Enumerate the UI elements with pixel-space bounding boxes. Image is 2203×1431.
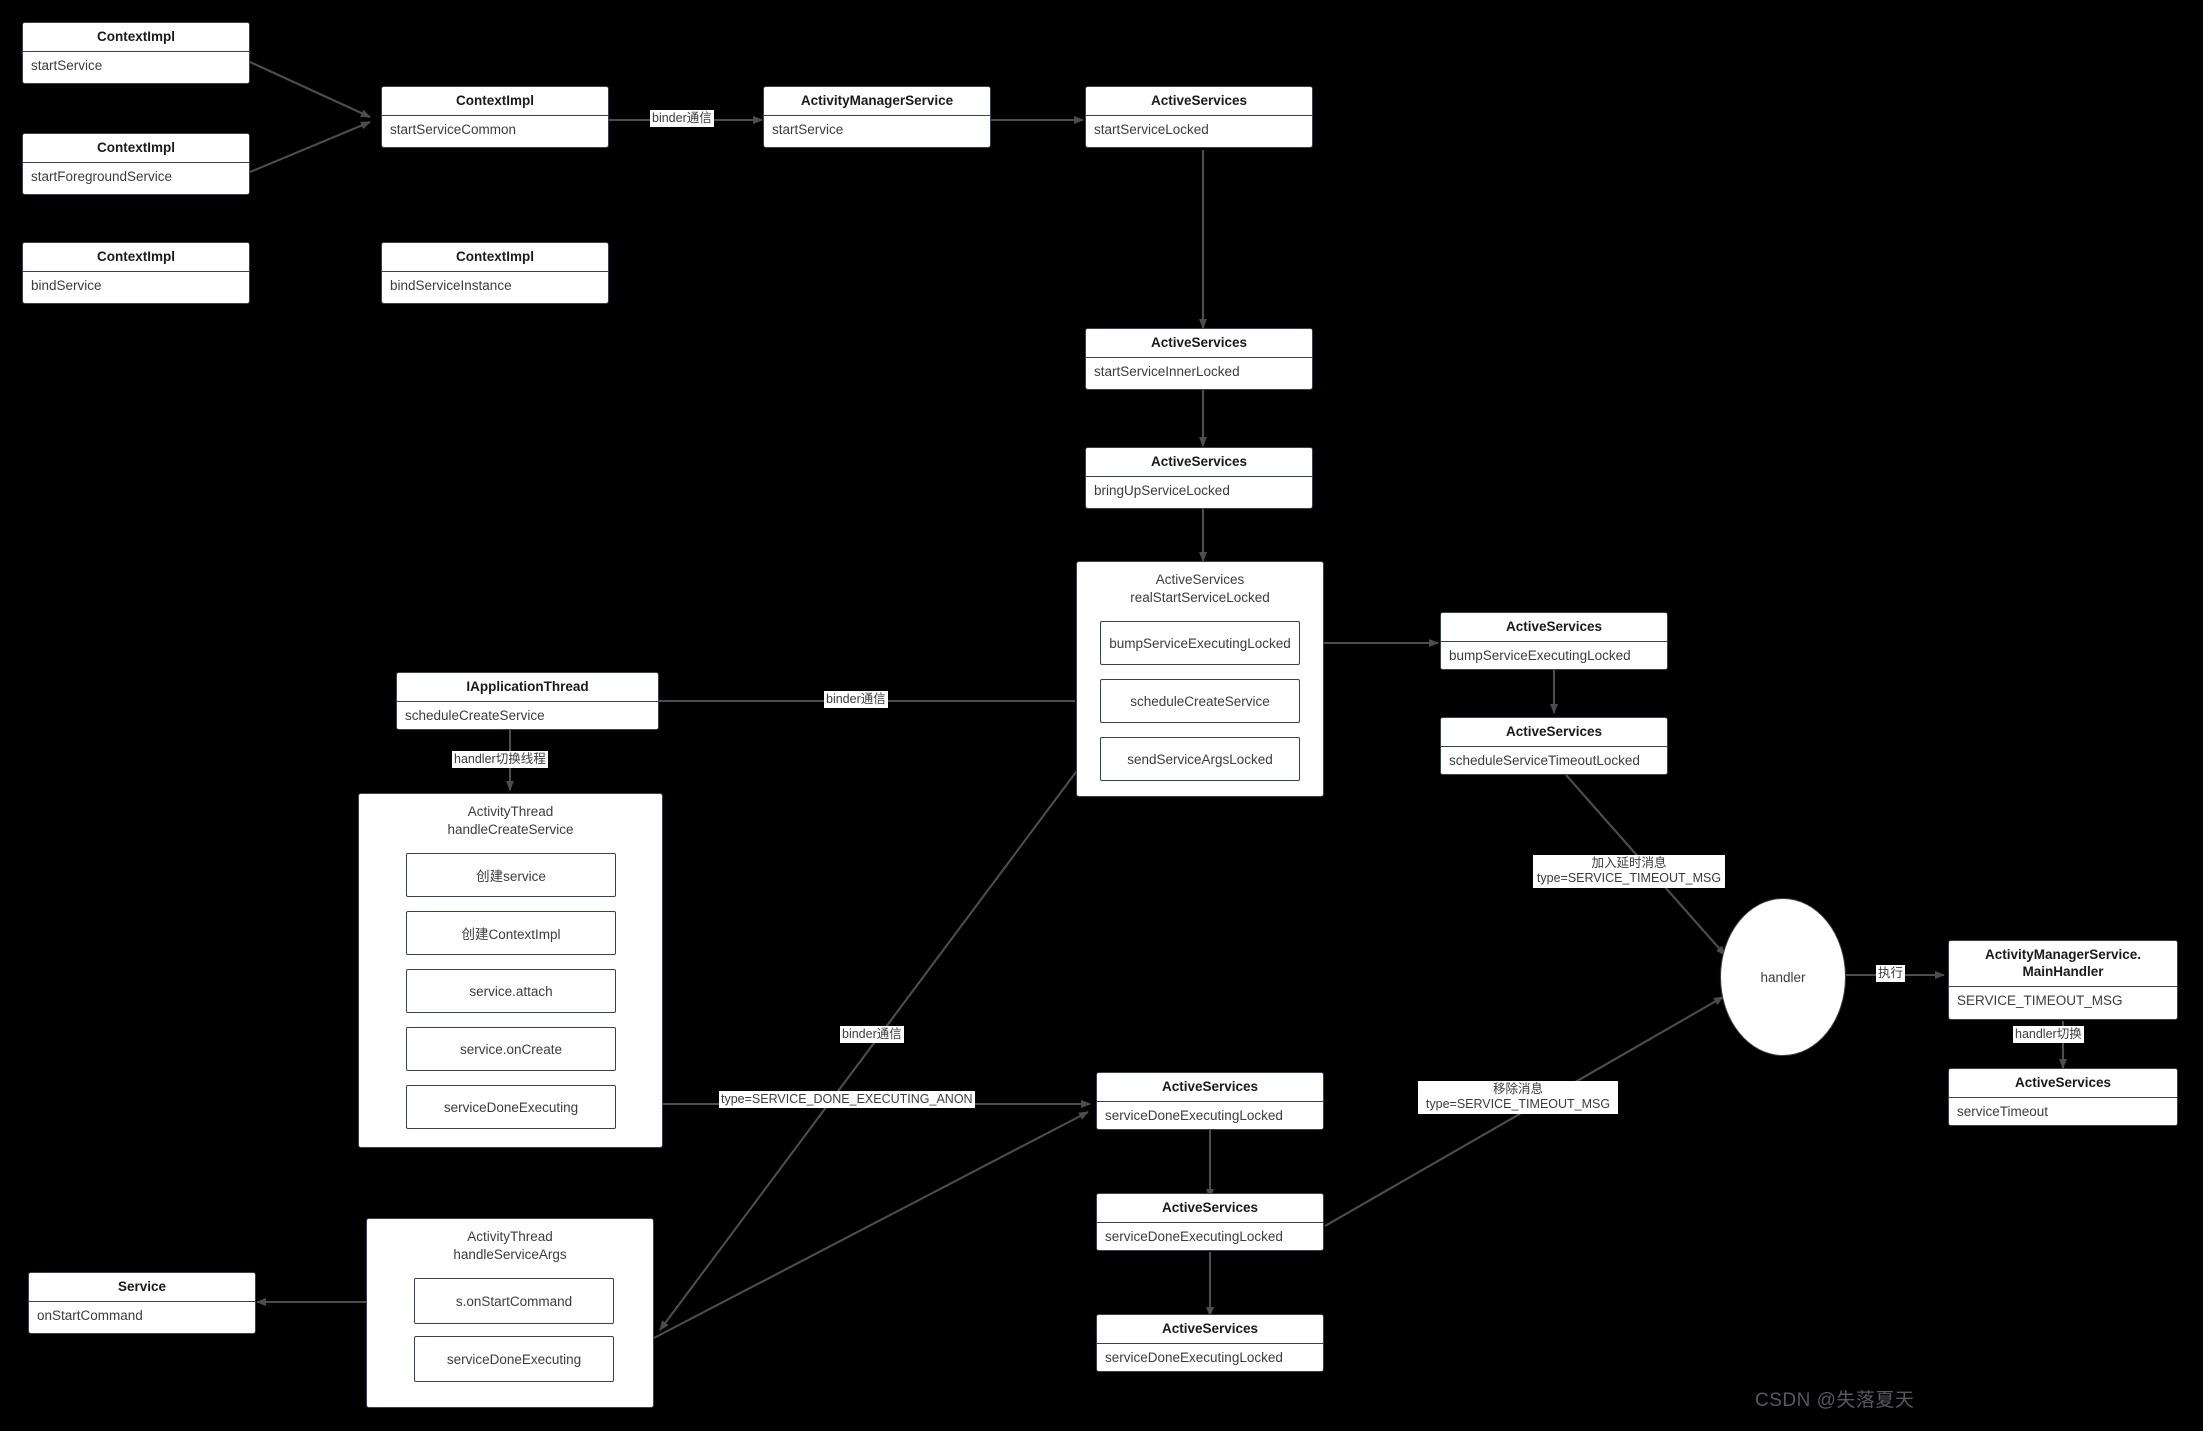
edge-sendargs-to-handleserviceargs bbox=[659, 759, 1086, 1331]
node-body: startService bbox=[23, 51, 249, 81]
node-title: ActivityManagerService. MainHandler bbox=[1949, 941, 2177, 987]
node-activeservices-bringupservicelocked[interactable]: ActiveServices bringUpServiceLocked bbox=[1085, 447, 1313, 509]
edge-startfg-to-common bbox=[249, 121, 371, 173]
step-label: 创建service bbox=[476, 869, 546, 884]
node-body: bindService bbox=[23, 271, 249, 301]
edge-label-handler-switch: handler切换 bbox=[2013, 1026, 2084, 1044]
node-title: ActiveServices bbox=[1949, 1069, 2177, 1098]
diagram-canvas: ContextImpl startService ContextImpl sta… bbox=[0, 0, 2203, 1431]
step-bumpserviceexecutinglocked[interactable]: bumpServiceExecutingLocked bbox=[1100, 621, 1300, 665]
group-title: ActivityThread handleCreateService bbox=[447, 804, 574, 837]
node-body: startServiceCommon bbox=[382, 115, 608, 145]
node-title: ActiveServices bbox=[1086, 329, 1312, 358]
node-body: bumpServiceExecutingLocked bbox=[1441, 641, 1667, 669]
node-title: ActiveServices bbox=[1441, 613, 1667, 642]
edge-label-add-delay-msg: 加入延时消息 type=SERVICE_TIMEOUT_MSG bbox=[1533, 855, 1725, 888]
node-title: ContextImpl bbox=[23, 243, 249, 272]
edge-label-binder-schedulecreate: binder通信 bbox=[824, 691, 888, 709]
node-body: startForegroundService bbox=[23, 162, 249, 192]
node-title: ActiveServices bbox=[1097, 1194, 1323, 1223]
step-label: sendServiceArgsLocked bbox=[1127, 751, 1273, 767]
node-contextimpl-startforegroundservice[interactable]: ContextImpl startForegroundService bbox=[22, 133, 250, 195]
node-service-onstartcommand[interactable]: Service onStartCommand bbox=[28, 1272, 256, 1334]
node-contextimpl-startservice[interactable]: ContextImpl startService bbox=[22, 22, 250, 84]
node-ams-mainhandler[interactable]: ActivityManagerService. MainHandler SERV… bbox=[1948, 940, 2178, 1020]
step-s-onstartcommand[interactable]: s.onStartCommand bbox=[414, 1278, 614, 1324]
node-contextimpl-bindservice[interactable]: ContextImpl bindService bbox=[22, 242, 250, 304]
step-servicedoneexecuting-create[interactable]: serviceDoneExecuting bbox=[406, 1085, 616, 1129]
edge-label-remove-msg: 移除消息 type=SERVICE_TIMEOUT_MSG bbox=[1418, 1081, 1618, 1114]
node-body: startServiceLocked bbox=[1086, 115, 1312, 145]
step-service-attach[interactable]: service.attach bbox=[406, 969, 616, 1013]
watermark: CSDN @失落夏天 bbox=[1755, 1390, 1915, 1411]
node-title: ContextImpl bbox=[23, 23, 249, 52]
node-iapplicationthread-schedulecreateservice[interactable]: IApplicationThread scheduleCreateService bbox=[396, 672, 659, 730]
node-title: IApplicationThread bbox=[397, 673, 658, 702]
node-body: startServiceInnerLocked bbox=[1086, 357, 1312, 387]
node-body: serviceTimeout bbox=[1949, 1097, 2177, 1125]
step-label: scheduleCreateService bbox=[1130, 693, 1270, 709]
node-title: ActiveServices bbox=[1086, 448, 1312, 477]
node-body: serviceDoneExecutingLocked bbox=[1097, 1101, 1323, 1129]
node-activeservices-scheduleservicetimeoutlocked[interactable]: ActiveServices scheduleServiceTimeoutLoc… bbox=[1440, 717, 1668, 775]
step-label: serviceDoneExecuting bbox=[443, 1099, 579, 1115]
step-label: serviceDoneExecuting bbox=[446, 1351, 582, 1367]
node-title: ContextImpl bbox=[382, 87, 608, 116]
node-activeservices-servicetimeout[interactable]: ActiveServices serviceTimeout bbox=[1948, 1068, 2178, 1126]
step-servicedoneexecuting-args[interactable]: serviceDoneExecuting bbox=[414, 1336, 614, 1382]
node-body: startService bbox=[764, 115, 990, 145]
node-body: onStartCommand bbox=[29, 1301, 255, 1331]
node-activitymanagerservice-startservice[interactable]: ActivityManagerService startService bbox=[763, 86, 991, 148]
step-label: service.attach bbox=[469, 983, 553, 999]
node-body: serviceDoneExecutingLocked bbox=[1097, 1222, 1323, 1250]
node-contextimpl-startservicecommon[interactable]: ContextImpl startServiceCommon bbox=[381, 86, 609, 148]
node-body: bindServiceInstance bbox=[382, 271, 608, 301]
edge-label-binder-top: binder通信 bbox=[650, 110, 714, 128]
node-title: ContextImpl bbox=[23, 134, 249, 163]
step-create-service[interactable]: 创建service bbox=[406, 853, 616, 897]
node-title: ActiveServices bbox=[1086, 87, 1312, 116]
node-activeservices-servicedoneexecutinglocked-1[interactable]: ActiveServices serviceDoneExecutingLocke… bbox=[1096, 1072, 1324, 1130]
node-title: ContextImpl bbox=[382, 243, 608, 272]
step-create-contextimpl[interactable]: 创建ContextImpl bbox=[406, 911, 616, 955]
step-schedulecreateservice[interactable]: scheduleCreateService bbox=[1100, 679, 1300, 723]
node-body: scheduleServiceTimeoutLocked bbox=[1441, 746, 1667, 774]
node-contextimpl-bindserviceinstance[interactable]: ContextImpl bindServiceInstance bbox=[381, 242, 609, 304]
node-title: Service bbox=[29, 1273, 255, 1302]
node-title: ActiveServices bbox=[1441, 718, 1667, 747]
node-activeservices-startserviceinnerlocked[interactable]: ActiveServices startServiceInnerLocked bbox=[1085, 328, 1313, 390]
step-label: service.onCreate bbox=[459, 1041, 563, 1057]
edge-label-handler-switch-thread: handler切换线程 bbox=[452, 751, 548, 769]
node-title: ActiveServices bbox=[1097, 1315, 1323, 1344]
node-title: ActiveServices bbox=[1097, 1073, 1323, 1102]
step-label: bumpServiceExecutingLocked bbox=[1109, 635, 1291, 651]
edge-startservice-to-common bbox=[249, 61, 371, 118]
step-sendserviceargslocked[interactable]: sendServiceArgsLocked bbox=[1100, 737, 1300, 781]
step-service-oncreate[interactable]: service.onCreate bbox=[406, 1027, 616, 1071]
node-body: bringUpServiceLocked bbox=[1086, 476, 1312, 506]
node-body: SERVICE_TIMEOUT_MSG bbox=[1949, 986, 2177, 1016]
edge-label-execute: 执行 bbox=[1876, 965, 1906, 983]
node-body: scheduleCreateService bbox=[397, 701, 658, 729]
group-title: ActivityThread handleServiceArgs bbox=[453, 1229, 567, 1262]
edge-label-service-done-executing-anon: type=SERVICE_DONE_EXECUTING_ANON bbox=[719, 1091, 975, 1109]
node-activeservices-bumpserviceexecutinglocked[interactable]: ActiveServices bumpServiceExecutingLocke… bbox=[1440, 612, 1668, 670]
node-handler[interactable]: handler bbox=[1720, 898, 1846, 1056]
node-activeservices-startservicelocked[interactable]: ActiveServices startServiceLocked bbox=[1085, 86, 1313, 148]
step-label: s.onStartCommand bbox=[455, 1293, 573, 1309]
group-title: ActiveServices realStartServiceLocked bbox=[1130, 572, 1270, 605]
node-activeservices-servicedoneexecutinglocked-2[interactable]: ActiveServices serviceDoneExecutingLocke… bbox=[1096, 1193, 1324, 1251]
edge-label-binder-sendargs: binder通信 bbox=[840, 1026, 904, 1044]
node-activeservices-servicedoneexecutinglocked-3[interactable]: ActiveServices serviceDoneExecutingLocke… bbox=[1096, 1314, 1324, 1372]
step-label: 创建ContextImpl bbox=[461, 927, 561, 942]
edge-args-done-to-donexeclocked1 bbox=[653, 1111, 1089, 1339]
node-body: serviceDoneExecutingLocked bbox=[1097, 1343, 1323, 1371]
node-title: ActivityManagerService bbox=[764, 87, 990, 116]
handler-label: handler bbox=[1760, 969, 1806, 985]
